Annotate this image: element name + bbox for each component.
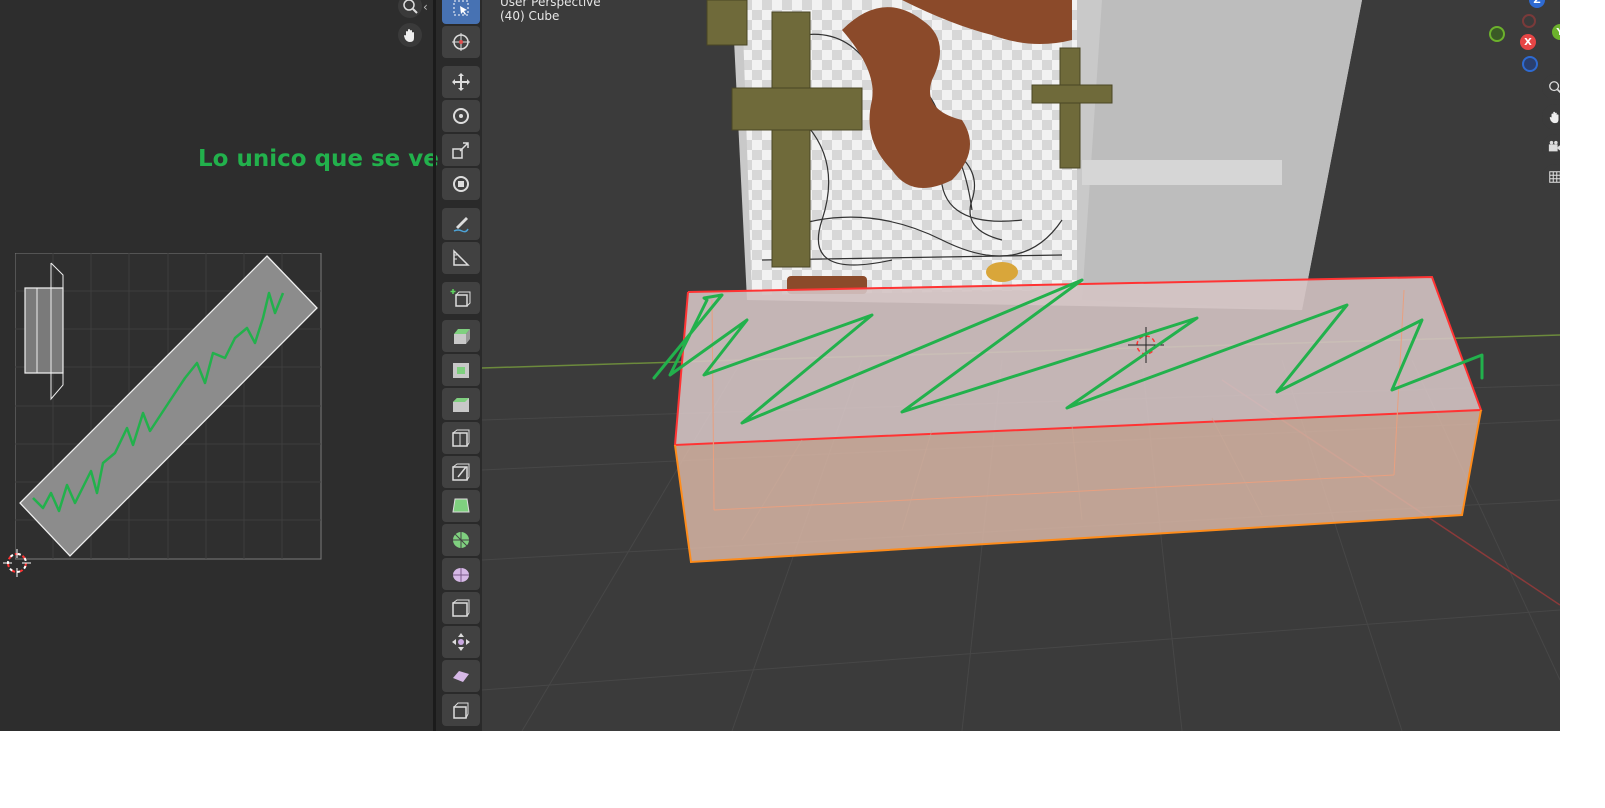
- edge-slide-tool[interactable]: [442, 592, 480, 624]
- shear-icon: [453, 671, 469, 682]
- viewport-object-label: (40) Cube: [500, 9, 560, 23]
- extrude-region-tool[interactable]: [442, 320, 480, 352]
- 3d-viewport[interactable]: Z X Y: [482, 0, 1560, 731]
- rip-region-icon: [453, 702, 469, 719]
- cursor-icon: [452, 33, 470, 51]
- measure-ruler-icon: [453, 249, 470, 266]
- poly-build-tool[interactable]: [442, 490, 480, 522]
- add-cube-icon: [450, 289, 471, 307]
- scale-icon: [452, 142, 469, 159]
- loop-cut-icon: [452, 429, 470, 447]
- spin-icon: [453, 532, 469, 548]
- rotate-icon: [453, 108, 469, 124]
- annotate-tool[interactable]: [442, 208, 480, 240]
- rip-region-tool[interactable]: [442, 694, 480, 726]
- spin-tool[interactable]: [442, 524, 480, 556]
- move-icon: [452, 73, 470, 91]
- select-box-tool[interactable]: [442, 0, 480, 24]
- knife-icon: [452, 463, 470, 481]
- smooth-tool[interactable]: [442, 558, 480, 590]
- add-cube-tool[interactable]: [442, 282, 480, 314]
- gizmo-neg-y-axis[interactable]: [1489, 26, 1505, 42]
- collapse-arrow-icon[interactable]: ‹: [423, 0, 428, 14]
- smooth-icon: [453, 568, 469, 582]
- cursor-tool[interactable]: [442, 26, 480, 58]
- gizmo-neg-x-axis[interactable]: [1522, 14, 1536, 28]
- inset-faces-tool[interactable]: [442, 354, 480, 386]
- bevel-tool[interactable]: [442, 388, 480, 420]
- knife-tool[interactable]: [442, 456, 480, 488]
- uv-editor-panel: Lo unico que se ve: [0, 0, 439, 731]
- extrude-region-icon: [454, 329, 470, 344]
- zoom-icon[interactable]: [398, 0, 422, 18]
- uv-grid-canvas[interactable]: [15, 253, 325, 563]
- transform-tool[interactable]: [442, 168, 480, 200]
- selected-cube[interactable]: [673, 275, 1483, 564]
- edge-slide-icon: [452, 599, 470, 617]
- poly-build-icon: [452, 498, 470, 513]
- bevel-icon: [453, 398, 469, 412]
- tool-shelf: [442, 0, 480, 731]
- select-box-icon: [453, 0, 469, 16]
- gizmo-x-axis[interactable]: X: [1520, 34, 1536, 50]
- measure-tool[interactable]: [442, 242, 480, 274]
- scale-tool[interactable]: [442, 134, 480, 166]
- shrink-fatten-tool[interactable]: [442, 626, 480, 658]
- move-tool[interactable]: [442, 66, 480, 98]
- annotation-text: Lo unico que se ve: [198, 146, 439, 172]
- rotate-tool[interactable]: [442, 100, 480, 132]
- shrink-fatten-icon: [452, 633, 470, 651]
- blender-window: Lo unico que se ve ‹ Z X User Perspectiv…: [0, 0, 1560, 731]
- shear-tool[interactable]: [442, 660, 480, 692]
- gizmo-neg-z-axis[interactable]: [1522, 56, 1538, 72]
- loop-cut-tool[interactable]: [442, 422, 480, 454]
- annotate-pencil-icon: [453, 217, 469, 233]
- area-divider[interactable]: [433, 0, 436, 731]
- transform-icon: [453, 176, 469, 192]
- 2d-cursor-icon[interactable]: [3, 549, 31, 577]
- hand-pan-icon[interactable]: [398, 23, 422, 47]
- viewport-scene[interactable]: [482, 0, 1560, 731]
- inset-faces-icon: [453, 363, 469, 378]
